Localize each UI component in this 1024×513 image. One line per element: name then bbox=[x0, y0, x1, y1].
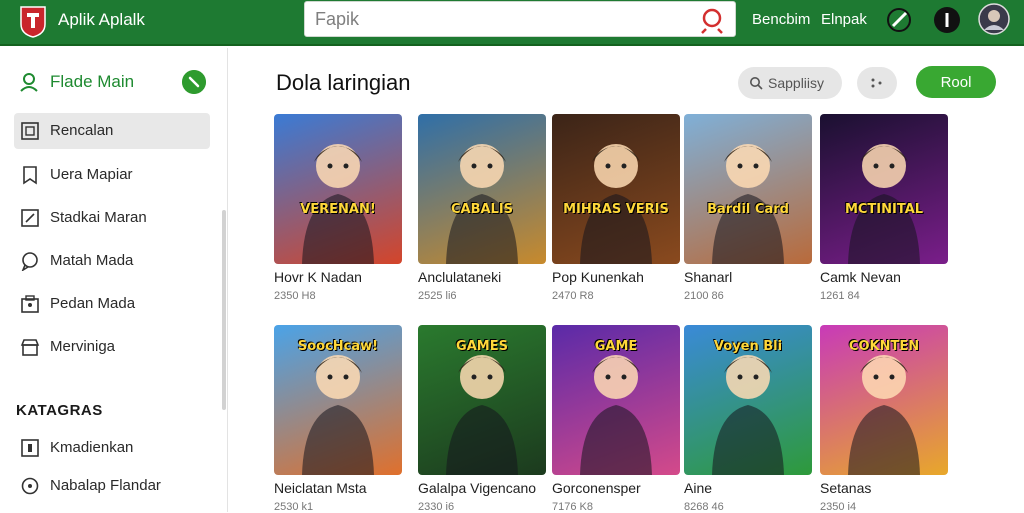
app-title: Aplik Aplalk bbox=[58, 10, 145, 29]
game-art-title: COKNTEN bbox=[848, 339, 920, 354]
search-icon[interactable] bbox=[699, 6, 727, 34]
sidebar-item-pedan-mada[interactable]: Pedan Mada bbox=[14, 286, 210, 322]
game-title[interactable]: Neiclatan Msta bbox=[274, 480, 367, 496]
character-art-icon bbox=[848, 144, 920, 264]
game-thumbnail[interactable]: Bardil Card bbox=[684, 114, 812, 264]
game-thumbnail[interactable]: MIHRAS VERIS bbox=[552, 114, 680, 264]
game-meta: 2470 R8 bbox=[552, 290, 594, 302]
search-icon bbox=[750, 77, 763, 90]
dots-icon bbox=[871, 78, 882, 88]
sidebar-main-item[interactable]: Flade Main bbox=[18, 70, 214, 94]
game-art-title: MCTINITAL bbox=[844, 202, 924, 217]
filter-search-label: Sappliisy bbox=[768, 75, 825, 91]
filter-search-pill[interactable]: Sappliisy bbox=[738, 67, 842, 99]
game-meta: 2525 li6 bbox=[418, 290, 457, 302]
game-meta: 1261 84 bbox=[820, 290, 860, 302]
game-meta: 8268 46 bbox=[684, 501, 724, 513]
game-meta: 2350 i4 bbox=[820, 501, 857, 513]
section-title: KATAGRAS bbox=[16, 402, 103, 419]
header-link-1[interactable]: Bencbim bbox=[752, 11, 810, 28]
search-value[interactable]: Fapik bbox=[315, 9, 359, 30]
circle-icon bbox=[21, 477, 39, 495]
sidebar-item-label: Rencalan bbox=[50, 122, 114, 139]
game-art-title: MIHRAS VERIS bbox=[563, 202, 669, 217]
run-button[interactable]: Rool bbox=[916, 66, 996, 98]
sidebar-item-merviniga[interactable]: Merviniga bbox=[14, 329, 210, 365]
square-icon bbox=[21, 122, 39, 140]
square-icon bbox=[21, 439, 39, 457]
phone-icon[interactable] bbox=[182, 70, 206, 94]
top-bar: Aplik Aplalk Fapik Bencbim Elnpak bbox=[0, 0, 1024, 46]
more-options-button[interactable] bbox=[857, 67, 897, 99]
user-icon bbox=[20, 73, 38, 92]
game-art-title: Voyen Bli bbox=[713, 339, 783, 354]
game-art-title: CABALIS bbox=[450, 202, 514, 217]
game-thumbnail[interactable]: VERENAN! bbox=[274, 114, 402, 264]
character-art-icon bbox=[580, 144, 652, 264]
game-art-title: VERENAN! bbox=[300, 202, 376, 217]
bookmark-icon bbox=[23, 166, 37, 185]
game-title[interactable]: Pop Kunenkah bbox=[552, 269, 644, 285]
sidebar-item-label: Kmadienkan bbox=[50, 439, 134, 456]
game-thumbnail[interactable]: SoocHcaw! bbox=[274, 325, 402, 475]
chat-icon bbox=[21, 252, 38, 271]
folder-icon bbox=[21, 295, 39, 313]
game-meta: 2330 i6 bbox=[418, 501, 455, 513]
game-art-title: GAME bbox=[594, 339, 638, 354]
game-title[interactable]: Camk Nevan bbox=[820, 269, 901, 285]
game-meta: 2100 86 bbox=[684, 290, 724, 302]
sidebar-item-stadkai-maran[interactable]: Stadkai Maran bbox=[14, 200, 210, 236]
game-title[interactable]: Aine bbox=[684, 480, 712, 496]
character-art-icon bbox=[302, 144, 374, 264]
sidebar-item-label: Stadkai Maran bbox=[50, 209, 147, 226]
sidebar-scrollbar[interactable] bbox=[222, 210, 226, 410]
game-title[interactable]: Shanarl bbox=[684, 269, 732, 285]
game-thumbnail[interactable]: Voyen Bli bbox=[684, 325, 812, 475]
game-thumbnail[interactable]: GAMES bbox=[418, 325, 546, 475]
game-meta: 2350 H8 bbox=[274, 290, 316, 302]
storefront-icon bbox=[20, 339, 40, 356]
header-link-2[interactable]: Elnpak bbox=[821, 11, 867, 28]
sidebar-item-label: Pedan Mada bbox=[50, 295, 136, 312]
game-thumbnail[interactable]: COKNTEN bbox=[820, 325, 948, 475]
game-art-title: SoocHcaw! bbox=[297, 339, 379, 354]
game-title[interactable]: Galalpa Vigencano bbox=[418, 480, 536, 496]
game-thumbnail[interactable]: CABALIS bbox=[418, 114, 546, 264]
sidebar-item-label: Merviniga bbox=[50, 338, 116, 355]
edit-icon bbox=[21, 209, 39, 227]
sidebar-item-nabalap-flandar[interactable]: Nabalap Flandar bbox=[14, 468, 210, 504]
game-art-title: GAMES bbox=[456, 339, 508, 354]
game-title[interactable]: Gorconensper bbox=[552, 480, 641, 496]
sidebar-item-uera-mapiar[interactable]: Uera Mapiar bbox=[14, 157, 210, 193]
character-art-icon bbox=[712, 144, 784, 264]
game-title[interactable]: Anclulataneki bbox=[418, 269, 501, 285]
search-input[interactable]: Fapik bbox=[304, 1, 736, 37]
game-title[interactable]: Setanas bbox=[820, 480, 871, 496]
game-meta: 2530 k1 bbox=[274, 501, 314, 513]
character-art-icon bbox=[446, 144, 518, 264]
info-icon[interactable] bbox=[933, 6, 961, 34]
sidebar-item-rencalan[interactable]: Rencalan bbox=[14, 113, 210, 149]
sidebar-main-label: Flade Main bbox=[50, 72, 135, 91]
game-art-title: Bardil Card bbox=[707, 202, 789, 217]
sidebar: Flade Main Rencalan Uera Mapiar Stadkai … bbox=[0, 48, 228, 512]
sidebar-item-label: Uera Mapiar bbox=[50, 166, 133, 183]
sidebar-item-label: Nabalap Flandar bbox=[50, 477, 161, 494]
run-button-label: Rool bbox=[940, 74, 972, 91]
game-thumbnail[interactable]: GAME bbox=[552, 325, 680, 475]
sidebar-item-matah-mada[interactable]: Matah Mada bbox=[14, 243, 210, 279]
compass-icon[interactable] bbox=[885, 6, 913, 34]
game-meta: 7176 K8 bbox=[552, 501, 593, 513]
app-logo-icon[interactable] bbox=[18, 4, 48, 38]
sidebar-item-label: Matah Mada bbox=[50, 252, 134, 269]
avatar[interactable] bbox=[978, 3, 1010, 35]
game-thumbnail[interactable]: MCTINITAL bbox=[820, 114, 948, 264]
sidebar-item-kmadienkan[interactable]: Kmadienkan bbox=[14, 430, 210, 466]
game-title[interactable]: Hovr K Nadan bbox=[274, 269, 362, 285]
page-title: Dola laringian bbox=[276, 70, 411, 95]
